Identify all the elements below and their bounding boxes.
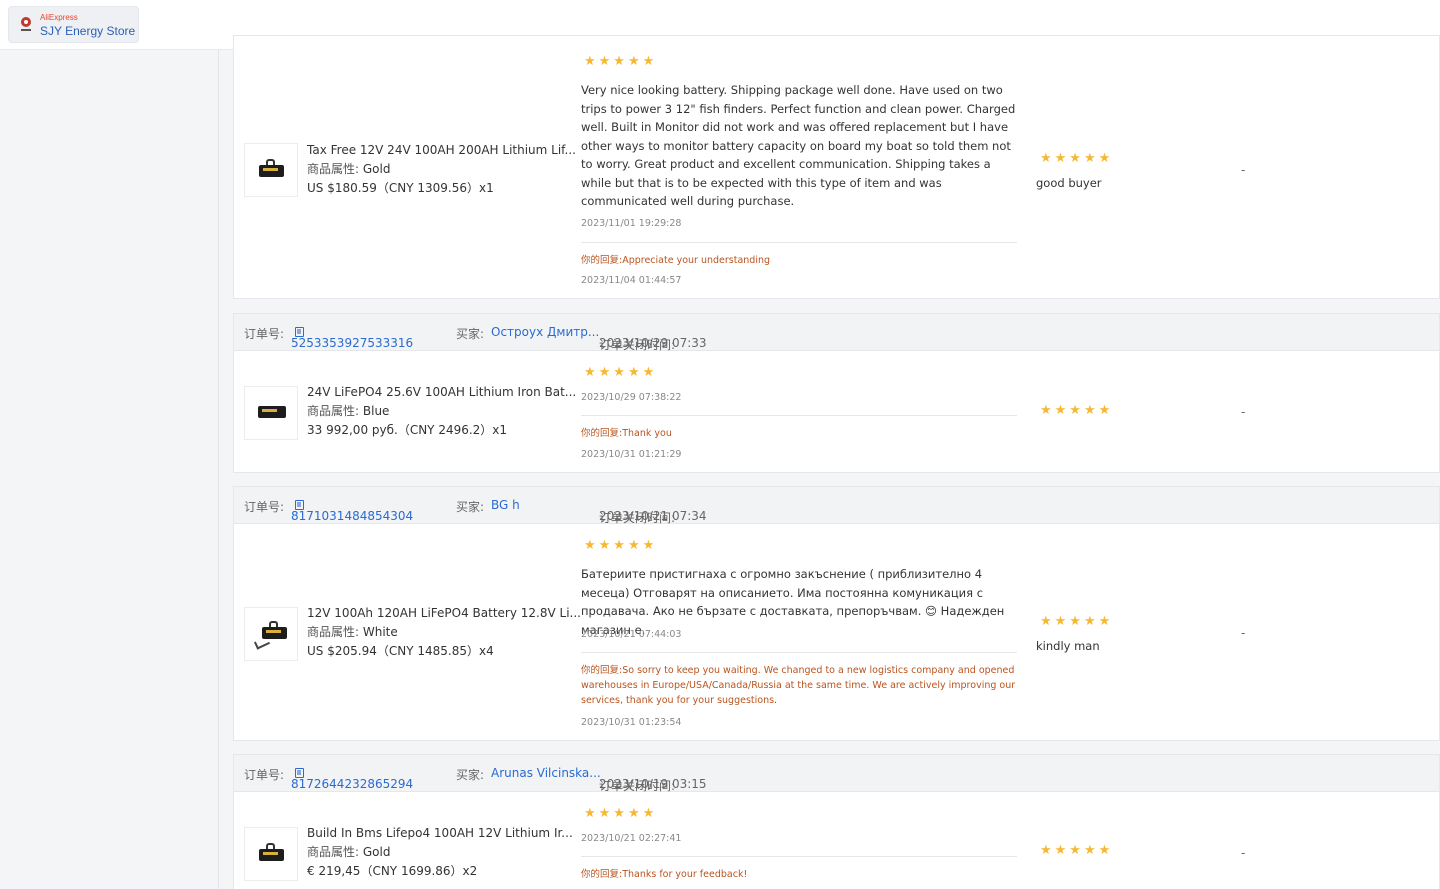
review-text: Very nice looking battery. Shipping pack…	[581, 83, 1016, 208]
attribute-label: 商品属性:	[307, 625, 360, 639]
product-attribute: Gold	[362, 162, 391, 176]
buyer-rating-stars: ★★★★★	[584, 365, 658, 380]
sidebar	[0, 50, 219, 889]
order-card: Tax Free 12V 24V 100AH 200AH Lithium Lif…	[233, 35, 1440, 299]
seller-rating-stars: ★★★★★	[1040, 843, 1114, 858]
buyer-rating-stars: ★★★★★	[584, 54, 658, 69]
attribute-label: 商品属性:	[307, 845, 360, 859]
platform-label: AliExpress	[40, 13, 78, 22]
reply-text: Thanks for your feedback!	[622, 869, 748, 880]
product-attribute: Gold	[362, 845, 391, 859]
review-text: Батериите пристигнаха с огромно закъснен…	[581, 567, 1005, 637]
closed-time: 2023/10/29 07:33	[599, 336, 707, 350]
product-title[interactable]: 12V 100Ah 120AH LiFePO4 Battery 12.8V Li…	[307, 604, 581, 623]
store-logo-icon	[21, 17, 31, 31]
order-number-label: 订单号:	[244, 500, 285, 514]
reply-label: 你的回复:	[581, 665, 623, 676]
reply-time: 2023/10/31 01:21:29	[581, 449, 682, 460]
buyer-name-link[interactable]: Arunas Vilcinska...	[491, 766, 601, 780]
extra-column: -	[1241, 626, 1246, 640]
seller-rating-stars: ★★★★★	[1040, 403, 1114, 418]
seller-rating-stars: ★★★★★	[1040, 151, 1114, 166]
product-price: € 219,45（CNY 1699.86）x2	[307, 864, 478, 878]
product-title[interactable]: Tax Free 12V 24V 100AH 200AH Lithium Lif…	[307, 141, 576, 160]
seller-rating-stars: ★★★★★	[1040, 614, 1114, 629]
divider	[581, 242, 1017, 243]
buyer-name-link[interactable]: Остроух Дмитр...	[491, 325, 599, 339]
extra-column: -	[1241, 163, 1246, 177]
reply-label: 你的回复:	[581, 869, 623, 880]
product-attribute: Blue	[362, 404, 390, 418]
order-header: 订单号: 8172644232865294 买家: Arunas Vilcins…	[234, 755, 1439, 793]
product-image[interactable]	[244, 827, 298, 881]
buyer-label: 买家:	[456, 500, 485, 514]
product-image[interactable]	[244, 607, 298, 661]
seller-comment: kindly man	[1036, 639, 1100, 653]
divider	[581, 415, 1017, 416]
reply-text: Appreciate your understanding	[622, 255, 771, 266]
divider	[581, 856, 1017, 857]
attribute-label: 商品属性:	[307, 404, 360, 418]
extra-column: -	[1241, 846, 1246, 860]
store-switcher[interactable]: AliExpress SJY Energy Store	[8, 6, 139, 43]
copy-icon[interactable]	[295, 768, 304, 778]
product-price: US $205.94（CNY 1485.85）x4	[307, 644, 494, 658]
order-number-link[interactable]: 5253353927533316	[291, 336, 413, 350]
reply-label: 你的回复:	[581, 428, 623, 439]
order-card: 订单号: 8172644232865294 买家: Arunas Vilcins…	[233, 754, 1440, 889]
review-time: 2023/10/21 07:44:03	[581, 629, 682, 640]
divider	[581, 652, 1017, 653]
buyer-name-link[interactable]: BG h	[491, 498, 520, 512]
product-image[interactable]	[244, 386, 298, 440]
product-price: 33 992,00 руб.（CNY 2496.2）x1	[307, 423, 508, 437]
seller-comment: good buyer	[1036, 176, 1102, 190]
order-header: 订单号: 8171031484854304 买家: BG h 订单关闭时间: 20…	[234, 487, 1439, 525]
product-attribute: White	[362, 625, 398, 639]
review-time: 2023/10/29 07:38:22	[581, 392, 682, 403]
order-card: 订单号: 8171031484854304 买家: BG h 订单关闭时间: 20…	[233, 486, 1440, 741]
review-time: 2023/10/21 02:27:41	[581, 833, 682, 844]
reply-time: 2023/11/04 01:44:57	[581, 275, 682, 286]
buyer-label: 买家:	[456, 327, 485, 341]
attribute-label: 商品属性:	[307, 162, 360, 176]
reply-text: Thank you	[622, 428, 672, 439]
buyer-rating-stars: ★★★★★	[584, 806, 658, 821]
extra-column: -	[1241, 405, 1246, 419]
order-header: 订单号: 5253353927533316 买家: Остроух Дмитр.…	[234, 314, 1439, 352]
product-image[interactable]	[244, 143, 298, 197]
reply-text: So sorry to keep you waiting. We changed…	[581, 665, 1016, 706]
buyer-rating-stars: ★★★★★	[584, 538, 658, 553]
closed-time: 2023/10/21 07:34	[599, 509, 707, 523]
closed-time: 2023/10/19 03:15	[599, 777, 707, 791]
product-title[interactable]: Build In Bms Lifepo4 100AH 12V Lithium I…	[307, 824, 573, 843]
review-time: 2023/11/01 19:29:28	[581, 218, 682, 229]
store-name: SJY Energy Store	[40, 24, 136, 38]
reply-label: 你的回复:	[581, 255, 623, 266]
buyer-label: 买家:	[456, 768, 485, 782]
order-number-label: 订单号:	[244, 768, 285, 782]
copy-icon[interactable]	[295, 500, 304, 510]
order-number-link[interactable]: 8171031484854304	[291, 509, 413, 523]
reply-time: 2023/10/31 01:23:54	[581, 717, 682, 728]
copy-icon[interactable]	[295, 327, 304, 337]
order-card: 订单号: 5253353927533316 买家: Остроух Дмитр.…	[233, 313, 1440, 473]
product-title[interactable]: 24V LiFePO4 25.6V 100AH Lithium Iron Bat…	[307, 383, 576, 402]
order-number-label: 订单号:	[244, 327, 285, 341]
product-price: US $180.59（CNY 1309.56）x1	[307, 181, 494, 195]
order-number-link[interactable]: 8172644232865294	[291, 777, 413, 791]
